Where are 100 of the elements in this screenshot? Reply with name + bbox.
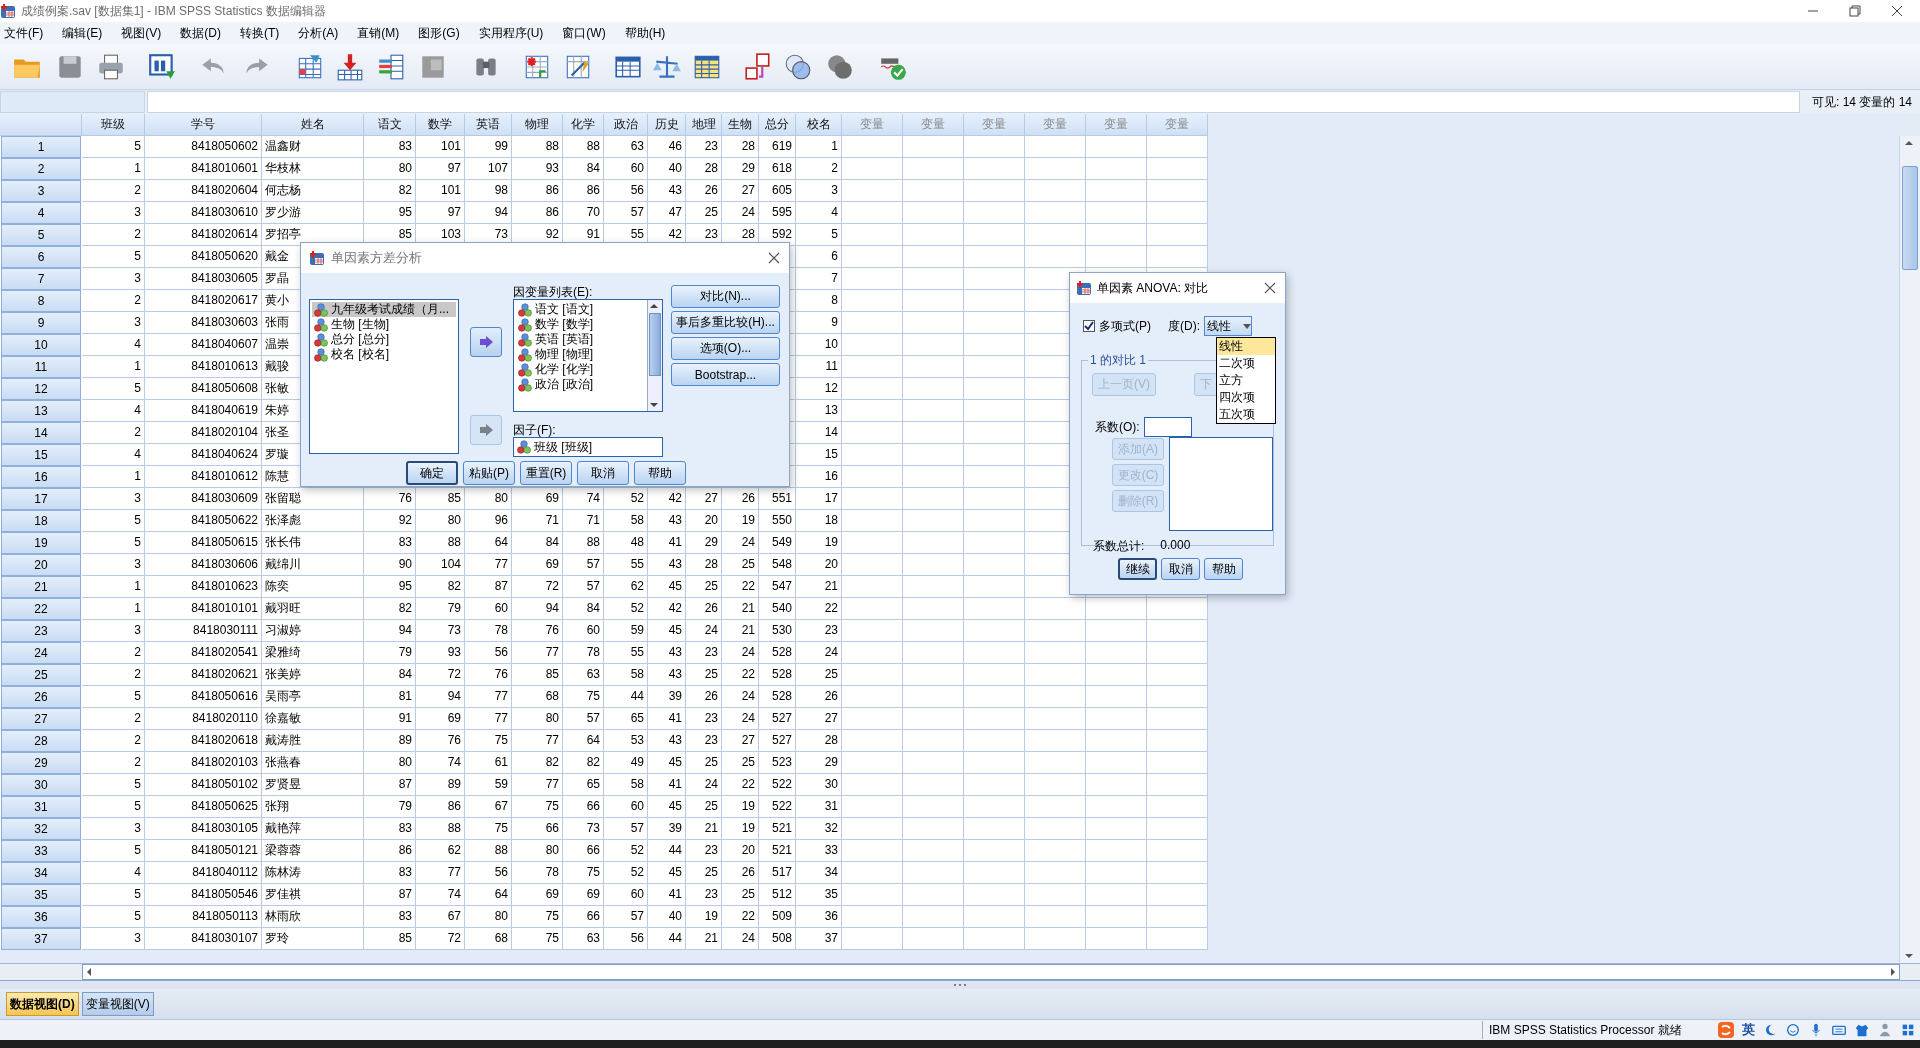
row-header[interactable]: 35: [1, 884, 81, 906]
row-header[interactable]: 31: [1, 796, 81, 818]
menu-item[interactable]: 文件(F): [4, 23, 44, 43]
input-mode-indicator[interactable]: 英: [1742, 1021, 1755, 1039]
column-header[interactable]: 物理: [512, 114, 563, 136]
row-header[interactable]: 18: [1, 510, 81, 532]
column-header[interactable]: 语文: [364, 114, 416, 136]
horizontal-scrollbar[interactable]: [82, 964, 1900, 980]
dialog-button[interactable]: 取消: [577, 461, 629, 485]
view-tab[interactable]: 数据视图(D): [6, 992, 79, 1016]
coefficient-list[interactable]: [1169, 437, 1273, 531]
dropdown-option[interactable]: 二次项: [1217, 355, 1275, 372]
dialog-button[interactable]: 粘贴(P): [463, 461, 515, 485]
cell-value-field[interactable]: [147, 91, 1800, 113]
menu-item[interactable]: 直销(M): [357, 23, 400, 43]
close-icon[interactable]: [767, 251, 781, 265]
menu-item[interactable]: 帮助(H): [624, 23, 666, 43]
row-header[interactable]: 7: [1, 268, 81, 290]
row-header[interactable]: 26: [1, 686, 81, 708]
row-header[interactable]: 14: [1, 422, 81, 444]
splitter-grip-icon[interactable]: [953, 983, 967, 987]
menu-item[interactable]: 转换(T): [240, 23, 280, 43]
list-item[interactable]: 英语 [英语]: [516, 332, 645, 347]
column-header[interactable]: 政治: [604, 114, 648, 136]
row-header[interactable]: 33: [1, 840, 81, 862]
row-header[interactable]: 24: [1, 642, 81, 664]
list-item[interactable]: 九年级考试成绩（月...: [312, 302, 456, 317]
row-header[interactable]: 21: [1, 576, 81, 598]
insert-row-icon[interactable]: [335, 51, 365, 82]
row-header[interactable]: 9: [1, 312, 81, 334]
ime-logo-icon[interactable]: [1717, 1021, 1735, 1039]
menu-item[interactable]: 数据(D): [180, 23, 221, 43]
cell-name-field[interactable]: [0, 91, 145, 113]
smiley-icon[interactable]: [1785, 1022, 1801, 1038]
row-header[interactable]: 30: [1, 774, 81, 796]
dialog-button[interactable]: 帮助: [1204, 558, 1243, 580]
dropdown-option[interactable]: 四次项: [1217, 389, 1275, 406]
list-item[interactable]: 政治 [政治]: [516, 377, 645, 392]
scrollbar-thumb[interactable]: [1902, 166, 1918, 270]
dialog-button[interactable]: 继续: [1118, 558, 1157, 580]
list-item[interactable]: 语文 [语文]: [516, 302, 645, 317]
row-header[interactable]: 22: [1, 598, 81, 620]
column-header[interactable]: 地理: [686, 114, 722, 136]
checkbox[interactable]: [1083, 320, 1095, 332]
dialog-button[interactable]: 事后多重比较(H)...: [671, 311, 780, 334]
dialog-button[interactable]: Bootstrap...: [671, 363, 780, 386]
column-header[interactable]: 历史: [648, 114, 686, 136]
row-header[interactable]: 6: [1, 246, 81, 268]
coefficient-field[interactable]: [1143, 417, 1192, 437]
row-header[interactable]: 8: [1, 290, 81, 312]
shirt-icon[interactable]: [1854, 1022, 1870, 1038]
list-item[interactable]: 物理 [物理]: [516, 347, 645, 362]
close-icon[interactable]: [1263, 281, 1277, 295]
column-header[interactable]: 化学: [563, 114, 604, 136]
row-header[interactable]: 23: [1, 620, 81, 642]
menu-item[interactable]: 窗口(W): [562, 23, 606, 43]
dropdown-option[interactable]: 线性: [1217, 338, 1275, 355]
dropdown[interactable]: 线性: [1204, 316, 1252, 336]
column-header[interactable]: 数学: [416, 114, 465, 136]
row-header[interactable]: 11: [1, 356, 81, 378]
move-button[interactable]: [470, 327, 502, 357]
row-header[interactable]: 10: [1, 334, 81, 356]
row-header[interactable]: 3: [1, 180, 81, 202]
row-header[interactable]: 15: [1, 444, 81, 466]
row-header[interactable]: 1: [1, 136, 81, 158]
close-icon[interactable]: [1890, 4, 1904, 18]
dependent-list[interactable]: 语文 [语文] 数学 [数学] 英语 [英语] 物理 [物理] 化学 [化学] 政治 [政治]: [513, 299, 663, 412]
menu-item[interactable]: 实用程序(U): [478, 23, 544, 43]
row-header[interactable]: 36: [1, 906, 81, 928]
factor-field[interactable]: 班级 [班级]: [513, 437, 663, 457]
row-header[interactable]: 17: [1, 488, 81, 510]
menu-item[interactable]: 分析(A): [298, 23, 339, 43]
scrollbar[interactable]: [647, 300, 662, 411]
restore-icon[interactable]: [1848, 4, 1862, 18]
row-header[interactable]: 5: [1, 224, 81, 246]
row-header[interactable]: 19: [1, 532, 81, 554]
menu-item[interactable]: 视图(V): [121, 23, 162, 43]
variable-list[interactable]: 九年级考试成绩（月... 生物 [生物] 总分 [总分] 校名 [校名]: [309, 299, 459, 454]
column-header[interactable]: 学号: [145, 114, 262, 136]
dialog-button[interactable]: 重置(R): [520, 461, 572, 485]
column-header[interactable]: 班级: [82, 114, 145, 136]
row-header[interactable]: 12: [1, 378, 81, 400]
dialog-button[interactable]: 选项(O)...: [671, 337, 780, 360]
row-header[interactable]: 37: [1, 928, 81, 950]
row-header[interactable]: 28: [1, 730, 81, 752]
row-header[interactable]: 34: [1, 862, 81, 884]
row-header[interactable]: 2: [1, 158, 81, 180]
grid-icon[interactable]: [1900, 1022, 1916, 1038]
menu-item[interactable]: 图形(G): [418, 23, 460, 43]
row-header[interactable]: 27: [1, 708, 81, 730]
column-header[interactable]: 校名: [796, 114, 842, 136]
menu-item[interactable]: 编辑(E): [62, 23, 103, 43]
dialog-button[interactable]: 确定: [406, 461, 458, 485]
column-header[interactable]: 姓名: [262, 114, 364, 136]
corner-cell[interactable]: [0, 114, 82, 136]
dialog-button[interactable]: 帮助: [634, 461, 686, 485]
label-boxes-icon[interactable]: [743, 51, 773, 82]
row-header[interactable]: 20: [1, 554, 81, 576]
dropdown-option[interactable]: 立方: [1217, 372, 1275, 389]
row-header[interactable]: 25: [1, 664, 81, 686]
